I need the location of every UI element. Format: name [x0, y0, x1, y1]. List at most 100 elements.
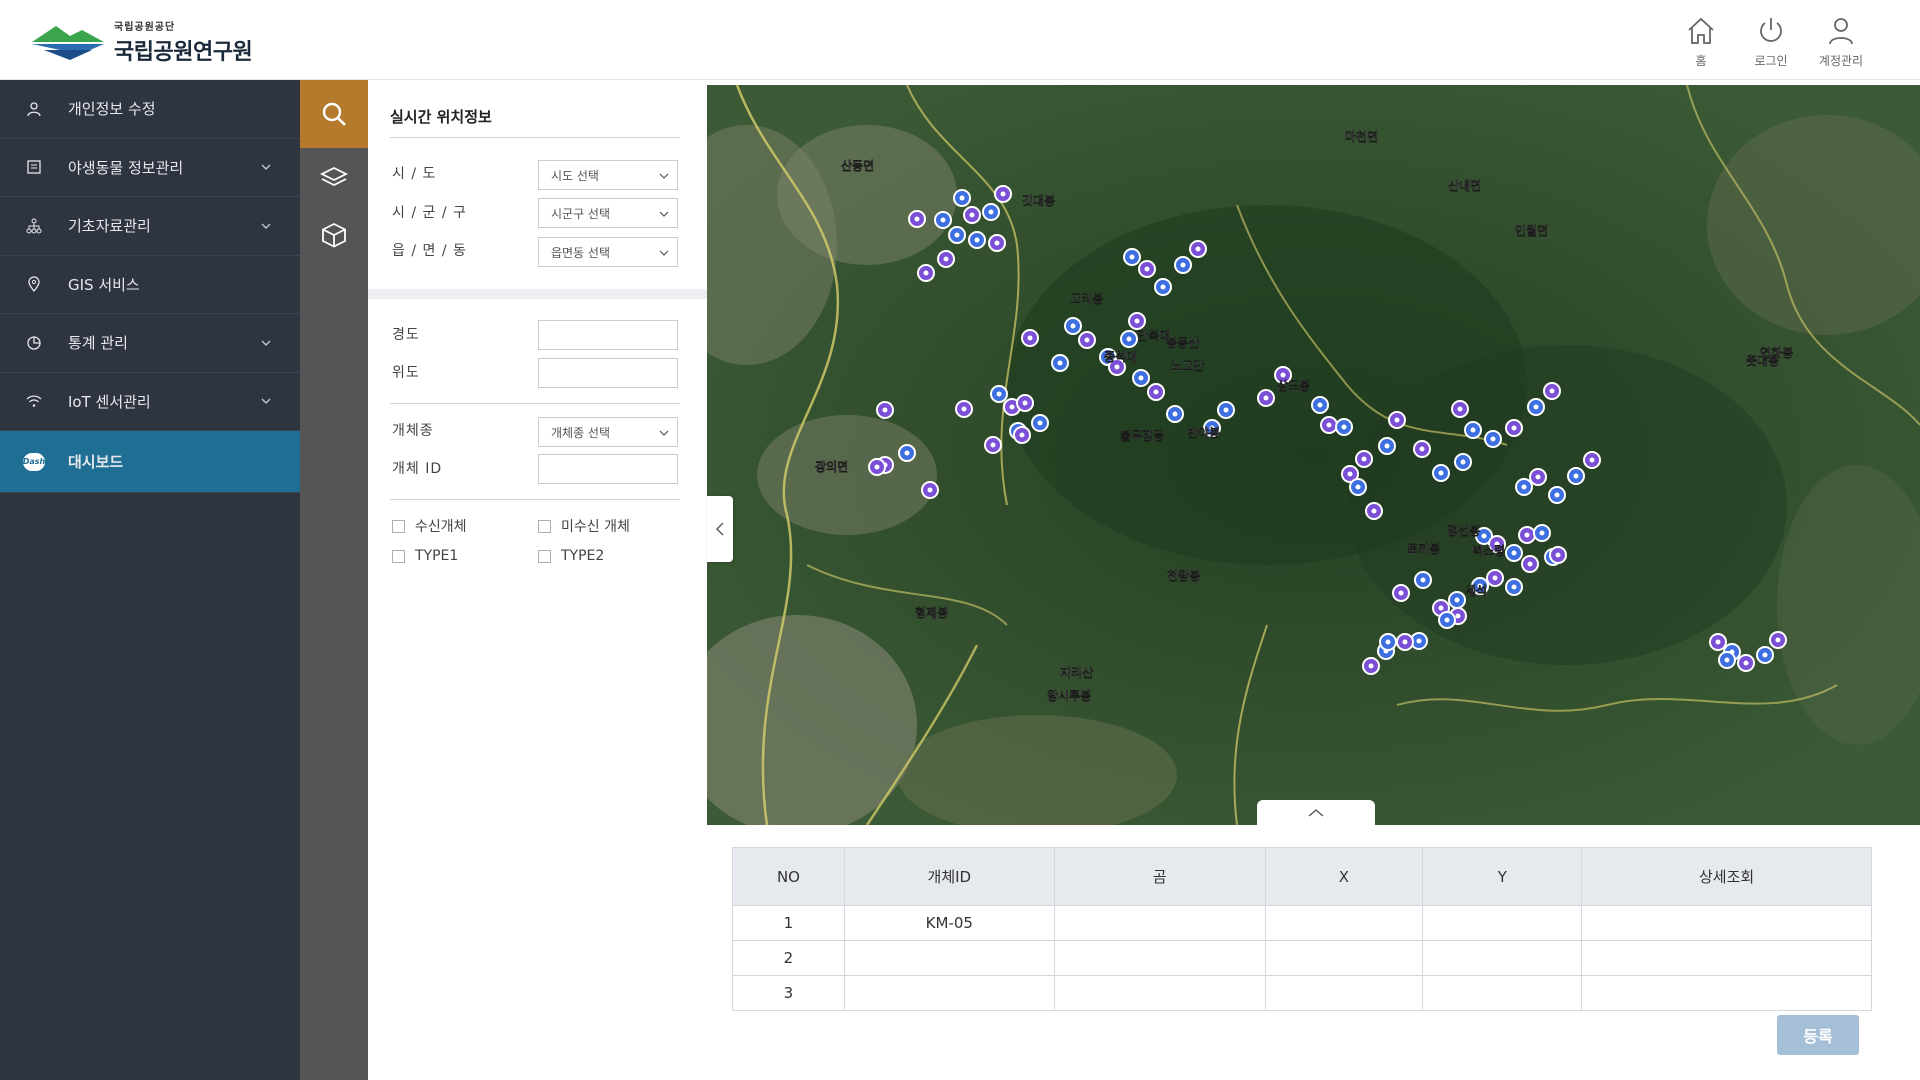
lon-input[interactable] [538, 320, 678, 350]
animal-marker[interactable] [1505, 544, 1523, 562]
table-cell[interactable] [1581, 940, 1872, 976]
animal-marker[interactable] [1154, 278, 1172, 296]
animal-marker[interactable] [1414, 571, 1432, 589]
animal-marker[interactable] [955, 400, 973, 418]
animal-marker[interactable] [1543, 382, 1561, 400]
animal-marker[interactable] [1392, 584, 1410, 602]
animal-marker[interactable] [1505, 578, 1523, 596]
animal-marker[interactable] [917, 264, 935, 282]
lat-input[interactable] [538, 358, 678, 388]
animal-marker[interactable] [1147, 383, 1165, 401]
animal-marker[interactable] [948, 226, 966, 244]
animal-marker[interactable] [1515, 478, 1533, 496]
table-row[interactable]: 3 [732, 975, 1872, 1011]
animal-marker[interactable] [1132, 369, 1150, 387]
animal-marker[interactable] [988, 234, 1006, 252]
animal-marker[interactable] [876, 401, 894, 419]
animal-marker[interactable] [1521, 555, 1539, 573]
login-button[interactable]: 로그인 [1736, 14, 1806, 69]
animal-marker[interactable] [1174, 256, 1192, 274]
unreceived-checkbox[interactable]: 미수신 개체 [538, 516, 630, 536]
animal-marker[interactable] [968, 231, 986, 249]
animal-marker[interactable] [1769, 631, 1787, 649]
table-cell[interactable] [1581, 975, 1872, 1011]
animal-marker[interactable] [1016, 394, 1034, 412]
species-select[interactable]: 개체종 선택 [538, 417, 678, 447]
animal-marker[interactable] [982, 203, 1000, 221]
sidebar-item-iot[interactable]: IoT 센서관리 [0, 373, 300, 431]
animal-marker[interactable] [1388, 411, 1406, 429]
animal-marker[interactable] [984, 436, 1002, 454]
animal-marker[interactable] [963, 206, 981, 224]
animal-marker[interactable] [1527, 398, 1545, 416]
animal-marker[interactable] [1451, 400, 1469, 418]
animal-marker[interactable] [1031, 414, 1049, 432]
sido-select[interactable]: 시도 선택 [538, 160, 678, 190]
account-button[interactable]: 계정관리 [1806, 14, 1876, 69]
table-cell[interactable] [1581, 905, 1872, 941]
sidebar-item-dashboard[interactable]: Dash 대시보드 [0, 431, 300, 493]
animal-marker[interactable] [994, 185, 1012, 203]
sidebar-item-basedata[interactable]: 기초자료관리 [0, 197, 300, 256]
register-button[interactable]: 등록 [1777, 1015, 1859, 1055]
animal-marker[interactable] [1013, 426, 1031, 444]
animal-marker[interactable] [1548, 486, 1566, 504]
received-checkbox[interactable]: 수신개체 [392, 516, 467, 536]
animal-marker[interactable] [1064, 317, 1082, 335]
home-button[interactable]: 홈 [1666, 14, 1736, 69]
animal-marker[interactable] [1486, 569, 1504, 587]
animal-marker[interactable] [898, 444, 916, 462]
animal-marker[interactable] [1518, 526, 1536, 544]
animal-marker[interactable] [1709, 633, 1727, 651]
animal-marker[interactable] [1021, 329, 1039, 347]
animal-marker[interactable] [921, 481, 939, 499]
animal-marker[interactable] [1138, 260, 1156, 278]
animal-marker[interactable] [1349, 478, 1367, 496]
sidebar-item-wildlife[interactable]: 야생동물 정보관리 [0, 139, 300, 197]
animal-marker[interactable] [1166, 405, 1184, 423]
animal-marker[interactable] [937, 250, 955, 268]
animal-marker[interactable] [1078, 331, 1096, 349]
animal-marker[interactable] [1567, 467, 1585, 485]
animal-marker[interactable] [1454, 453, 1472, 471]
animal-marker[interactable] [1362, 657, 1380, 675]
satellite-map[interactable]: 깃대봉 고리봉 만복대 노고단 종석대 봉동산 불무장등 반야봉 천왕봉 삼도봉 토끼봉 명선봉 벽소령… [707, 85, 1920, 825]
animal-marker[interactable] [1448, 591, 1466, 609]
animal-marker[interactable] [1432, 464, 1450, 482]
animal-marker[interactable] [1549, 546, 1567, 564]
animal-marker[interactable] [1505, 419, 1523, 437]
animal-marker[interactable] [934, 211, 952, 229]
animal-marker[interactable] [1396, 633, 1414, 651]
emd-select[interactable]: 읍면동 선택 [538, 237, 678, 267]
animal-marker[interactable] [1378, 437, 1396, 455]
animal-marker[interactable] [1335, 418, 1353, 436]
animal-marker[interactable] [1756, 646, 1774, 664]
animal-marker[interactable] [1311, 396, 1329, 414]
sidebar-item-gis[interactable]: GIS 서비스 [0, 256, 300, 314]
animal-marker[interactable] [1320, 416, 1338, 434]
animal-marker[interactable] [868, 458, 886, 476]
id-input[interactable] [538, 454, 678, 484]
animal-marker[interactable] [1464, 421, 1482, 439]
logo[interactable]: 국립공원공단 국립공원연구원 [30, 18, 253, 66]
animal-marker[interactable] [1718, 651, 1736, 669]
animal-marker[interactable] [908, 210, 926, 228]
animal-marker[interactable] [1533, 524, 1551, 542]
animal-marker[interactable] [1257, 389, 1275, 407]
cube-tool-button[interactable] [300, 206, 368, 264]
animal-marker[interactable] [1120, 330, 1138, 348]
expand-table-button[interactable] [1257, 800, 1375, 826]
table-row[interactable]: 1 KM-05 [732, 905, 1872, 941]
sidebar-item-stats[interactable]: 통계 관리 [0, 314, 300, 373]
animal-marker[interactable] [1217, 401, 1235, 419]
animal-marker[interactable] [1051, 354, 1069, 372]
type2-checkbox[interactable]: TYPE2 [538, 548, 604, 564]
animal-marker[interactable] [1123, 248, 1141, 266]
type1-checkbox[interactable]: TYPE1 [392, 548, 458, 564]
animal-marker[interactable] [1413, 440, 1431, 458]
sigungu-select[interactable]: 시군구 선택 [538, 198, 678, 228]
animal-marker[interactable] [1438, 611, 1456, 629]
animal-marker[interactable] [1583, 451, 1601, 469]
animal-marker[interactable] [1365, 502, 1383, 520]
sidebar-item-profile[interactable]: 개인정보 수정 [0, 80, 300, 139]
